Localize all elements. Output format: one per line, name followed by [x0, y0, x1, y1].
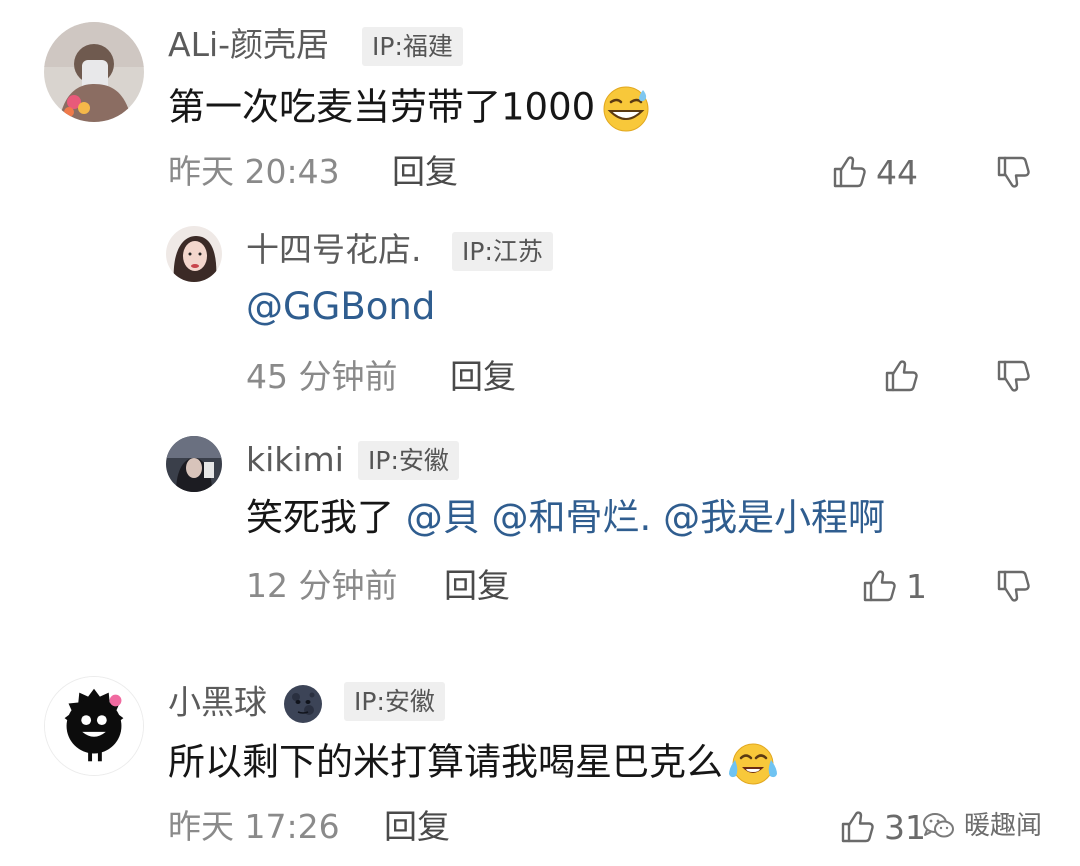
- watermark-text: 暖趣闻: [963, 811, 1042, 841]
- reply-button[interactable]: 回复: [450, 360, 516, 393]
- ip-location-badge: IP:福建: [362, 27, 463, 66]
- like-count: 44: [876, 152, 918, 192]
- thumbs-up-icon: [838, 807, 878, 847]
- like-button[interactable]: [882, 356, 928, 396]
- thumbs-down-icon: [994, 356, 1034, 396]
- thumbs-up-icon: [860, 566, 900, 606]
- dislike-button[interactable]: [994, 566, 1034, 606]
- reply-button[interactable]: 回复: [444, 569, 510, 602]
- new-moon-face-emoji: [282, 683, 324, 725]
- wechat-icon: [922, 813, 954, 838]
- comment-timestamp: 12 分钟前: [246, 566, 398, 605]
- comment-text: 所以剩下的米打算请我喝星巴克么: [168, 740, 779, 788]
- like-count: 31: [884, 807, 926, 847]
- mention-link[interactable]: @GGBond: [246, 288, 435, 325]
- comment-text-body: 所以剩下的米打算请我喝星巴克么: [168, 740, 723, 784]
- like-button[interactable]: 31: [838, 807, 926, 847]
- avatar[interactable]: [44, 22, 144, 122]
- comment-timestamp: 45 分钟前: [246, 357, 398, 396]
- thumbs-down-icon: [994, 152, 1034, 192]
- mention-link[interactable]: @我是小程啊: [663, 496, 885, 539]
- comment-timestamp: 昨天 17:26: [168, 807, 340, 846]
- avatar[interactable]: [44, 676, 144, 776]
- thumbs-down-icon: [994, 566, 1034, 606]
- username[interactable]: kikimi: [246, 443, 344, 476]
- dislike-button[interactable]: [994, 152, 1034, 192]
- ip-location-badge: IP:江苏: [452, 232, 553, 271]
- tears-of-joy-emoji: [727, 740, 779, 788]
- thumbs-up-icon: [882, 356, 922, 396]
- reply-button[interactable]: 回复: [384, 810, 450, 843]
- reply-button[interactable]: 回复: [392, 155, 458, 188]
- comment-timestamp: 昨天 20:43: [168, 152, 340, 191]
- avatar[interactable]: [166, 436, 222, 492]
- avatar[interactable]: [166, 226, 222, 282]
- comment-text-body: 笑死我了: [246, 496, 394, 539]
- thumbs-up-icon: [830, 152, 870, 192]
- like-count: 1: [906, 566, 927, 606]
- username[interactable]: 十四号花店.: [246, 233, 422, 266]
- comment-text: 第一次吃麦当劳带了1000: [168, 84, 653, 134]
- like-button[interactable]: 1: [860, 566, 927, 606]
- like-button[interactable]: 44: [830, 152, 918, 192]
- comment-text-body: 第一次吃麦当劳带了1000: [168, 85, 596, 129]
- mention-link[interactable]: @和骨烂.: [492, 496, 652, 539]
- comment-text: 笑死我了 @貝 @和骨烂. @我是小程啊: [246, 499, 885, 536]
- grinning-sweat-emoji: [599, 84, 653, 134]
- username-text: 小黑球: [168, 682, 267, 722]
- username[interactable]: ALi-颜壳居: [168, 28, 329, 61]
- mention-link[interactable]: @貝: [406, 496, 480, 539]
- username[interactable]: 小黑球: [168, 683, 324, 725]
- watermark: 暖趣闻: [922, 812, 1042, 840]
- ip-location-badge: IP:安徽: [358, 441, 459, 480]
- dislike-button[interactable]: [994, 356, 1034, 396]
- ip-location-badge: IP:安徽: [344, 682, 445, 721]
